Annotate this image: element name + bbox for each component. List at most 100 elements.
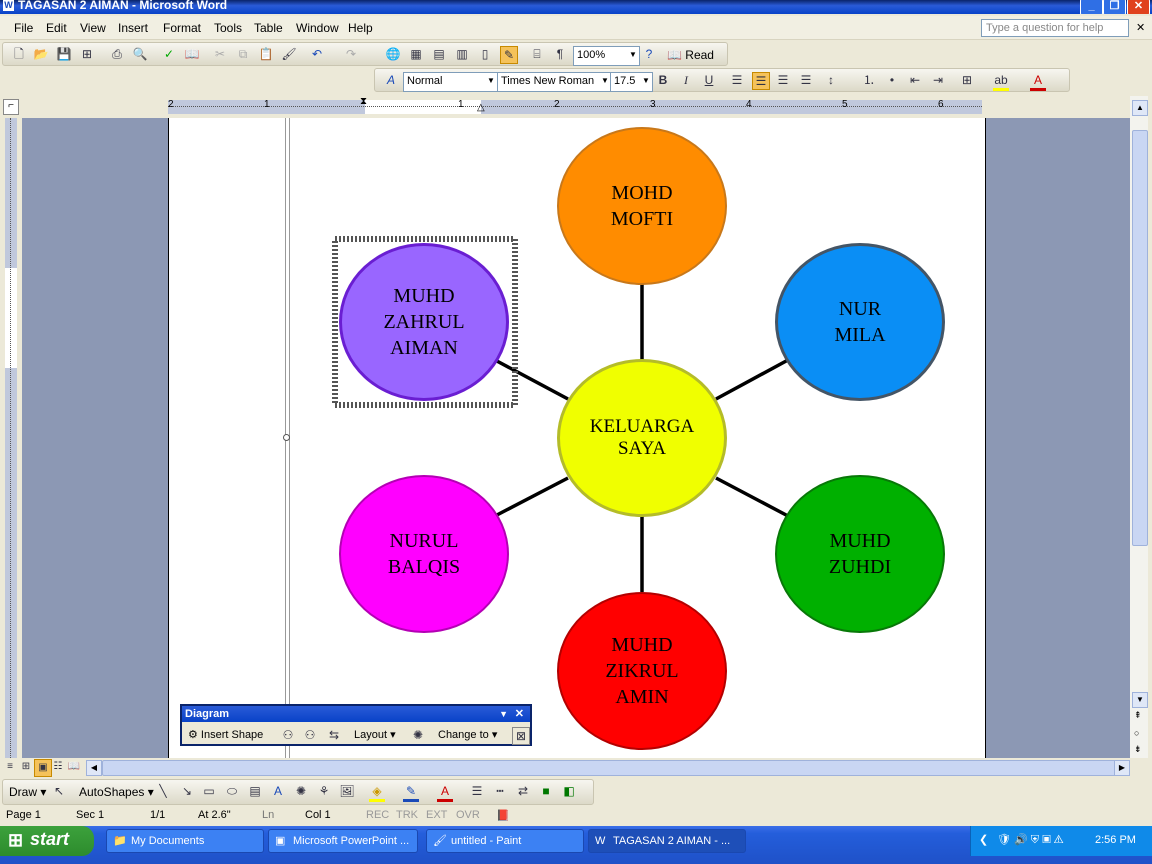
close-document-icon[interactable]: ✕ [1136,21,1145,34]
diagram-node-top-right[interactable]: NUR MILA [775,243,945,401]
open-icon[interactable]: 📂 [33,46,49,62]
undo-icon[interactable]: ↶ [309,46,325,62]
autoshapes-button[interactable]: AutoShapes ▾ [79,785,154,799]
italic-icon[interactable]: I [678,72,694,88]
font-color-icon[interactable]: A [437,783,453,802]
menu-file[interactable]: File [14,21,33,35]
taskbar-button-my-documents[interactable]: 📁 My Documents [106,829,264,853]
font-size-select[interactable]: 17.5 ▼ [610,72,653,92]
horizontal-scroll-thumb[interactable] [102,760,1116,776]
redo-icon[interactable]: ↷ [343,46,359,62]
minimize-button[interactable]: _ [1080,0,1103,14]
save-icon[interactable]: 💾 [56,46,72,62]
menu-format[interactable]: Format [163,21,201,35]
arrow-style-icon[interactable]: ⇄ [515,783,531,799]
taskbar-button-word[interactable]: W TAGASAN 2 AIMAN - ... [588,829,746,853]
select-objects-icon[interactable]: ↖ [51,783,67,799]
reverse-diagram-icon[interactable]: ⇆ [326,727,342,743]
outline-view-icon[interactable]: ☷ [50,759,66,775]
shadow-style-icon[interactable]: ■ [538,783,554,799]
cut-icon[interactable]: ✂ [212,46,228,62]
hyperlink-icon[interactable]: 🌐 [385,46,401,62]
diagram-center-node[interactable]: KELUARGA SAYA [557,359,727,517]
menu-window[interactable]: Window [296,21,339,35]
line-spacing-icon[interactable]: ↕ [823,72,839,88]
research-icon[interactable]: 📖 [184,46,200,62]
menu-view[interactable]: View [80,21,106,35]
line-icon[interactable]: ╲ [155,783,171,799]
read-button[interactable]: 📖 Read [667,48,714,62]
vertical-scrollbar[interactable]: ▲ ▼ ⇞ ○ ⇟ [1130,96,1148,758]
vertical-ruler[interactable] [0,118,22,758]
fill-color-icon[interactable]: ◈ [369,783,385,802]
line-color-icon[interactable]: ✎ [403,783,419,802]
text-box-icon[interactable]: ▤ [247,783,263,799]
help-question-input[interactable]: Type a question for help [981,19,1129,37]
menu-tools[interactable]: Tools [214,21,242,35]
menu-table[interactable]: Table [254,21,283,35]
close-icon[interactable]: ✕ [515,706,524,722]
oval-icon[interactable]: ⬭ [224,783,240,799]
scroll-down-icon[interactable]: ▼ [1132,692,1148,708]
start-button[interactable]: ⊞ start [0,826,94,856]
text-wrapping-icon[interactable]: ⊠ [512,727,530,745]
dash-style-icon[interactable]: ┅ [492,783,508,799]
font-select[interactable]: Times New Roman ▼ [497,72,612,92]
tray-icons[interactable]: 🛡 🔊 ⛨ ▣ ⚠ [997,833,1063,847]
status-rec[interactable]: REC [366,809,389,821]
indent-marker-icon[interactable]: ⧗ [360,96,367,107]
paste-icon[interactable]: 📋 [258,46,274,62]
print-icon[interactable]: ⎙ [109,46,125,62]
drawing-icon[interactable]: ✎ [500,46,518,64]
clip-art-icon[interactable]: ⚘ [316,783,332,799]
status-ext[interactable]: EXT [426,809,447,821]
arrow-icon[interactable]: ↘ [179,783,195,799]
status-trk[interactable]: TRK [396,809,418,821]
columns-icon[interactable]: ▯ [477,46,493,62]
right-indent-marker-icon[interactable]: △ [477,102,485,113]
highlight-icon[interactable]: ab [993,72,1009,91]
format-painter-icon[interactable]: 🖌 [281,46,297,62]
diagram-node-top-left[interactable]: MUHD ZAHRUL AIMAN [339,243,509,401]
horizontal-ruler[interactable]: ⌐ 2 1 1 2 3 4 5 6 ⧗ △ [0,96,1152,118]
border-icon[interactable]: ⊞ [959,72,975,88]
picture-icon[interactable]: 🖼 [339,783,355,799]
zoom-select[interactable]: 100% ▼ [573,46,640,66]
styles-icon[interactable]: A [383,72,399,88]
move-shape-backward-icon[interactable]: ⚇ [280,727,296,743]
bullets-icon[interactable]: • [884,72,900,88]
draw-menu-button[interactable]: Draw ▾ [9,785,46,799]
3d-style-icon[interactable]: ◧ [561,783,577,799]
align-right-icon[interactable]: ☰ [775,72,791,88]
insert-table-icon[interactable]: ▤ [431,46,447,62]
scroll-left-icon[interactable]: ◀ [86,760,102,776]
insert-excel-icon[interactable]: ▥ [454,46,470,62]
reading-layout-icon[interactable]: 📖 [66,759,82,775]
justify-icon[interactable]: ☰ [798,72,814,88]
decrease-indent-icon[interactable]: ⇤ [907,72,923,88]
print-preview-icon[interactable]: 🔍 [132,46,148,62]
diagram-icon[interactable]: ✺ [293,783,309,799]
document-map-icon[interactable]: ⌸ [529,46,545,62]
menu-insert[interactable]: Insert [118,21,148,35]
spelling-icon[interactable]: ✓ [161,46,177,62]
layout-button[interactable]: Layout ▾ [354,728,396,741]
numbering-icon[interactable]: ⒈ [861,72,877,88]
scroll-thumb[interactable] [1132,130,1148,546]
status-ovr[interactable]: OVR [456,809,480,821]
permission-icon[interactable]: ⊞ [79,46,95,62]
close-button[interactable]: ✕ [1127,0,1150,14]
help-icon[interactable]: ? [641,46,657,62]
align-left-icon[interactable]: ☰ [729,72,745,88]
previous-page-icon[interactable]: ⇞ [1134,710,1142,721]
tab-selector-icon[interactable]: ⌐ [3,99,19,115]
maximize-button[interactable]: ❐ [1103,0,1126,14]
scroll-up-icon[interactable]: ▲ [1132,100,1148,116]
web-layout-icon[interactable]: ⊞ [18,759,34,775]
copy-icon[interactable]: ⧉ [235,46,251,62]
normal-view-icon[interactable]: ≡ [2,759,18,775]
style-select[interactable]: Normal ▼ [403,72,498,92]
bold-icon[interactable]: B [655,72,671,88]
new-document-icon[interactable]: 🗋 [11,46,27,62]
increase-indent-icon[interactable]: ⇥ [930,72,946,88]
